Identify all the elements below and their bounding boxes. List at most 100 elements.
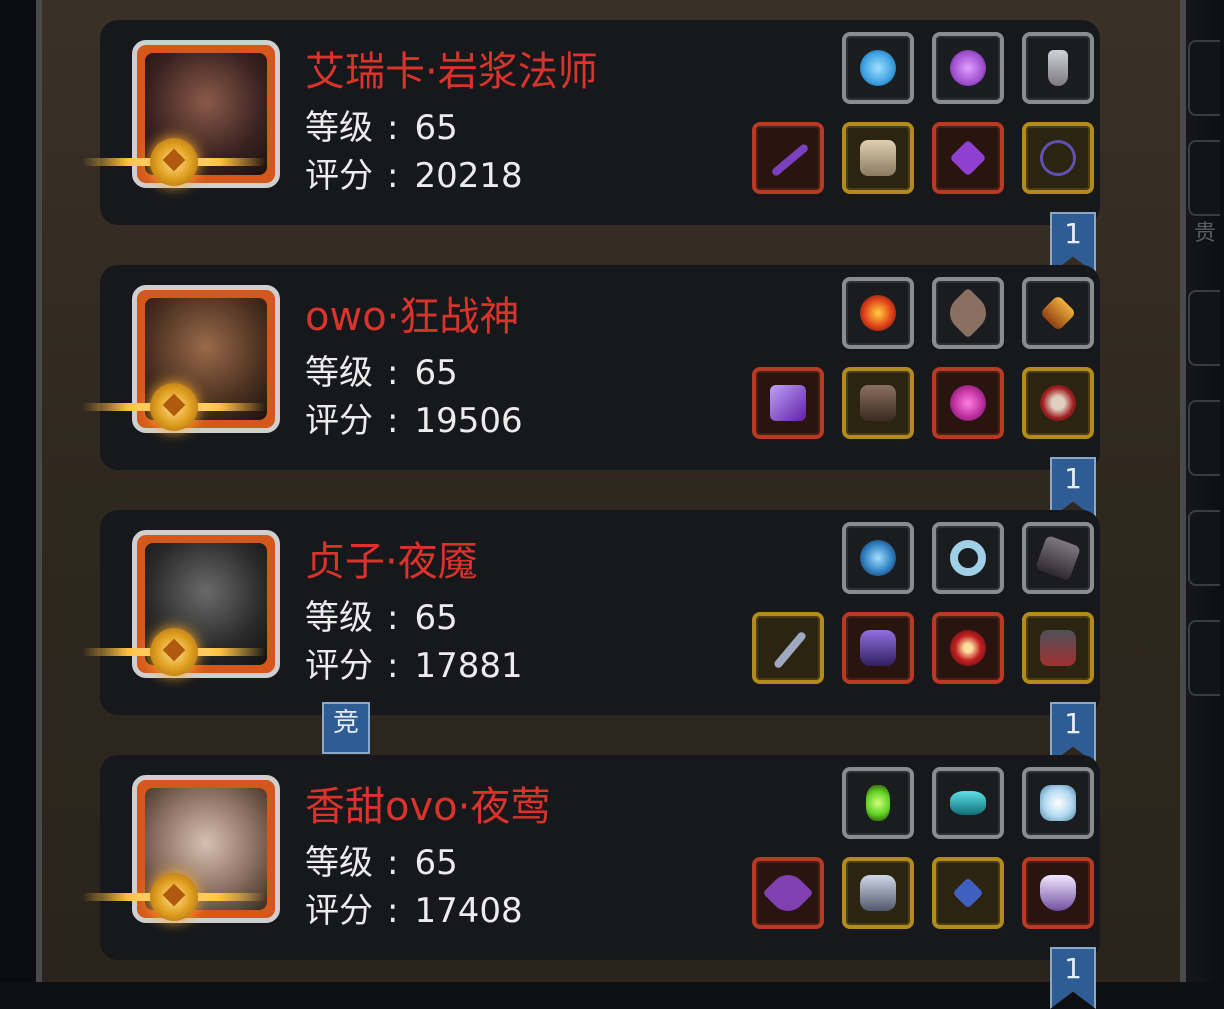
steel-armor-icon [860, 875, 896, 911]
equipment-slot[interactable] [752, 122, 824, 194]
equipment-slot[interactable] [842, 367, 914, 439]
side-tab[interactable] [1188, 140, 1220, 216]
demon-mask-icon [1040, 875, 1076, 911]
score-label: 评分 [305, 401, 373, 441]
equipment-slot[interactable] [1022, 122, 1094, 194]
pendant-icon [952, 877, 984, 909]
score-label: 评分 [305, 156, 373, 196]
frost-rock-icon [1040, 785, 1076, 821]
compete-label: 竞 [332, 708, 359, 738]
equipment-slot[interactable] [932, 857, 1004, 929]
equipment-slot[interactable] [932, 367, 1004, 439]
equipment-slot[interactable] [752, 612, 824, 684]
level-value: 65 [414, 108, 458, 148]
player-card[interactable]: 艾瑞卡·岩浆法师 等级:65 评分:20218 [82, 20, 1100, 225]
equipment-slot[interactable] [842, 767, 914, 839]
blue-orb-icon [860, 50, 896, 86]
fire-orb-icon [860, 295, 896, 331]
score-value: 17408 [414, 891, 523, 931]
equipment-slot[interactable] [752, 857, 824, 929]
score-line: 评分:17408 [305, 891, 523, 931]
purple-crystal-icon [950, 50, 986, 86]
score-line: 评分:17881 [305, 646, 523, 686]
player-card[interactable]: 香甜ovo·夜莺 等级:65 评分:17408 [82, 755, 1100, 960]
rank-number: 1 [1064, 462, 1082, 495]
player-card[interactable]: 贞子·夜魇 等级:65 评分:17881 [82, 510, 1100, 715]
equipment-slot[interactable] [842, 857, 914, 929]
side-tab[interactable] [1188, 620, 1220, 696]
side-tab[interactable] [1188, 400, 1220, 476]
magic-helm-icon [950, 385, 986, 421]
rank-emblem-icon [150, 873, 198, 921]
equipment-slot[interactable] [932, 522, 1004, 594]
equipment-slot[interactable] [1022, 767, 1094, 839]
level-value: 65 [414, 843, 458, 883]
swirl-orb-icon [860, 540, 896, 576]
equipment-slot[interactable] [1022, 32, 1094, 104]
equipment-slot[interactable] [842, 612, 914, 684]
equipment-slot[interactable] [1022, 612, 1094, 684]
lantern-icon [1039, 294, 1077, 332]
teal-stone-icon [950, 791, 986, 815]
rank-badge: 1 [1050, 947, 1096, 1009]
equipment-slot[interactable] [1022, 857, 1094, 929]
score-label: 评分 [305, 891, 373, 931]
level-line: 等级:65 [305, 598, 458, 638]
pentagram-necklace-icon [1040, 140, 1076, 176]
equipment-slot[interactable] [1022, 277, 1094, 349]
level-line: 等级:65 [305, 108, 458, 148]
red-eye-gem-icon [950, 630, 986, 666]
rank-number: 1 [1064, 217, 1082, 250]
level-line: 等级:65 [305, 353, 458, 393]
potion-bottle-icon [1048, 50, 1068, 86]
level-label: 等级 [305, 353, 373, 393]
side-tab[interactable] [1188, 40, 1220, 116]
equipment-slot[interactable] [932, 767, 1004, 839]
level-value: 65 [414, 598, 458, 638]
dark-relic-icon [1034, 534, 1082, 582]
equipment-slot[interactable] [932, 277, 1004, 349]
equipment-slot[interactable] [932, 612, 1004, 684]
purple-armor-icon [860, 630, 896, 666]
rank-emblem-icon [150, 628, 198, 676]
side-tab[interactable] [1188, 290, 1220, 366]
equipment-slot[interactable] [842, 522, 914, 594]
equipment-slot[interactable] [932, 122, 1004, 194]
rank-emblem-icon [150, 383, 198, 431]
robe-icon [860, 140, 896, 176]
score-value: 20218 [414, 156, 523, 196]
side-tab-label: 贵 [1193, 221, 1216, 246]
hero-name: 艾瑞卡·岩浆法师 [305, 49, 598, 95]
curved-blade-icon [762, 867, 814, 919]
equipment-slot[interactable] [932, 32, 1004, 104]
axe-icon [770, 385, 806, 421]
hero-name: 香甜ovo·夜莺 [305, 784, 551, 830]
hero-name: owo·狂战神 [305, 294, 520, 340]
amulet-icon [949, 139, 987, 177]
level-line: 等级:65 [305, 843, 458, 883]
right-side-tabs [1186, 0, 1224, 982]
compete-badge[interactable]: 竞 [322, 702, 370, 754]
score-label: 评分 [305, 646, 373, 686]
green-crystal-icon [866, 785, 890, 821]
left-border-decoration [0, 0, 36, 982]
level-value: 65 [414, 353, 458, 393]
equipment-slot[interactable] [1022, 367, 1094, 439]
feather-icon [942, 287, 994, 339]
score-line: 评分:20218 [305, 156, 523, 196]
gauntlet-icon [1040, 630, 1076, 666]
ice-ring-icon [950, 540, 986, 576]
equipment-slot[interactable] [842, 122, 914, 194]
player-card[interactable]: owo·狂战神 等级:65 评分:19506 [82, 265, 1100, 470]
hero-name: 贞子·夜魇 [305, 539, 478, 585]
equipment-slot[interactable] [1022, 522, 1094, 594]
level-label: 等级 [305, 843, 373, 883]
equipment-slot[interactable] [752, 367, 824, 439]
equipment-slot[interactable] [842, 32, 914, 104]
equipment-slot[interactable] [842, 277, 914, 349]
rank-emblem-icon [150, 138, 198, 186]
side-tab[interactable] [1188, 510, 1220, 586]
score-value: 19506 [414, 401, 523, 441]
rank-number: 1 [1064, 707, 1082, 740]
staff-icon [770, 142, 810, 178]
